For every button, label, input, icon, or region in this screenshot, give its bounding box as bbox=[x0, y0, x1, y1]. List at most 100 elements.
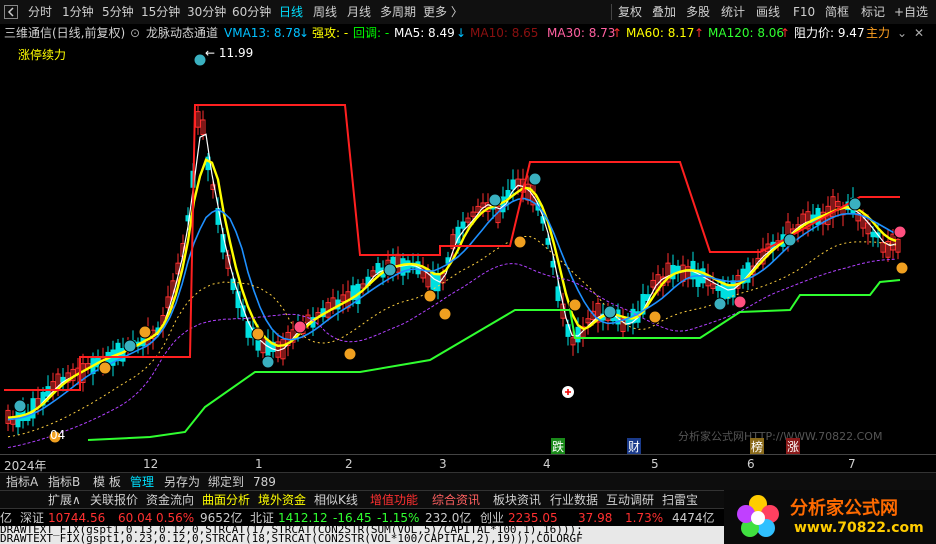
signal-marker bbox=[123, 339, 137, 353]
ma120-line bbox=[7, 258, 897, 449]
tab-save-as[interactable]: 另存为 bbox=[164, 473, 200, 491]
channel-name[interactable]: 龙脉动态通道 bbox=[146, 24, 218, 42]
tab-789[interactable]: 789 bbox=[253, 473, 276, 491]
multi-stock-button[interactable]: 多股 bbox=[686, 0, 710, 24]
cy-pct: 1.73% bbox=[625, 511, 664, 525]
tab-related-quotes[interactable]: 关联报价 bbox=[90, 491, 138, 509]
ma30-value: MA30: 8.73 bbox=[547, 26, 616, 40]
tab-interactive-research[interactable]: 互动调研 bbox=[606, 491, 654, 509]
period-multi[interactable]: 多周期 bbox=[380, 0, 416, 24]
high-price-value: 11.99 bbox=[218, 46, 254, 60]
x-axis: 2024年 12 1 2 3 4 5 6 7 bbox=[0, 454, 936, 473]
period-daily[interactable]: 日线 bbox=[279, 0, 303, 24]
period-monthly[interactable]: 月线 bbox=[347, 0, 371, 24]
tab-industry-data[interactable]: 行业数据 bbox=[550, 491, 598, 509]
period-5min[interactable]: 5分钟 bbox=[102, 0, 134, 24]
tab-value-added[interactable]: 增值功能 bbox=[370, 491, 418, 509]
f10-button[interactable]: F10 bbox=[793, 0, 815, 24]
ma60-value: MA60: 8.17 bbox=[626, 26, 695, 40]
close-icon[interactable]: ✕ bbox=[914, 24, 924, 42]
add-watchlist-button[interactable]: +自选 bbox=[894, 0, 928, 24]
signal-marker bbox=[343, 347, 357, 361]
tab-surface-analysis[interactable]: 曲面分析 bbox=[202, 491, 250, 509]
back-icon[interactable] bbox=[4, 5, 18, 19]
period-weekly[interactable]: 周线 bbox=[313, 0, 337, 24]
signal-marker bbox=[261, 355, 275, 369]
ma120-value: MA120: 8.06 bbox=[708, 26, 785, 40]
bz-label[interactable]: 北证 bbox=[250, 509, 274, 527]
signal-marker bbox=[423, 289, 437, 303]
stats-button[interactable]: 统计 bbox=[721, 0, 745, 24]
market-status-bar: 亿 深证 10744.56 60.04 0.56% 9652亿 北证 1412.… bbox=[0, 508, 724, 527]
simple-frame-button[interactable]: 简框 bbox=[825, 0, 849, 24]
signal-marker bbox=[251, 327, 265, 341]
x-tick-label: 12 bbox=[143, 457, 159, 471]
kline-chart[interactable]: 涨停续力 ← 11.99 04 分析家公式网HTTP://WWW.70822.C… bbox=[0, 42, 936, 455]
signal-marker bbox=[98, 361, 112, 375]
ma10-line bbox=[7, 158, 897, 419]
tab-similar-kline[interactable]: 相似K线 bbox=[314, 491, 358, 509]
cy-amount: 4474亿 bbox=[672, 511, 715, 525]
mark-button[interactable]: 标记 bbox=[861, 0, 885, 24]
fuquan-button[interactable]: 复权 bbox=[618, 0, 642, 24]
chevron-down-icon[interactable]: ⌄ bbox=[897, 24, 907, 42]
tab-bind-to[interactable]: 绑定到 bbox=[208, 473, 244, 491]
x-tick-label: 3 bbox=[439, 457, 447, 471]
event-zhang[interactable]: 涨 bbox=[786, 438, 801, 455]
draw-button[interactable]: 画线 bbox=[756, 0, 780, 24]
settings-icon[interactable]: ⊙ bbox=[130, 24, 140, 42]
signal-marker bbox=[383, 263, 397, 277]
tab-template[interactable]: 模 板 bbox=[93, 473, 121, 491]
period-fenshi[interactable]: 分时 bbox=[28, 0, 52, 24]
event-cai[interactable]: 财 bbox=[627, 438, 642, 455]
signal-marker bbox=[848, 197, 862, 211]
signal-marker bbox=[733, 295, 747, 309]
logo-url: www.70822.com bbox=[794, 520, 924, 536]
signal-marker bbox=[293, 320, 307, 334]
ma30-arrow: ↑ bbox=[612, 26, 623, 40]
tab-capital-flow[interactable]: 资金流向 bbox=[146, 491, 194, 509]
x-tick-label: 2 bbox=[345, 457, 353, 471]
cy-label[interactable]: 创业 bbox=[480, 509, 504, 527]
tab-sector-news[interactable]: 板块资讯 bbox=[493, 491, 541, 509]
tab-expand[interactable]: 扩展∧ bbox=[48, 491, 81, 509]
period-1min[interactable]: 1分钟 bbox=[62, 0, 94, 24]
event-bang[interactable]: 榜 bbox=[750, 438, 765, 455]
x-tick-label: 6 bbox=[747, 457, 755, 471]
strong-attack: 强攻: - bbox=[312, 26, 349, 40]
candle-body bbox=[870, 231, 876, 238]
sz-label[interactable]: 深证 bbox=[20, 509, 44, 527]
sz-value: 10744.56 bbox=[48, 511, 106, 525]
overlay-button[interactable]: 叠加 bbox=[652, 0, 676, 24]
cy-value: 2235.05 bbox=[508, 511, 558, 525]
indicator-tabs: 指标A 指标B 模 板 管理 另存为 绑定到 789 bbox=[0, 472, 936, 491]
candle-body bbox=[725, 283, 731, 299]
tab-indicator-b[interactable]: 指标B bbox=[48, 473, 80, 491]
status-prefix: 亿 bbox=[0, 511, 13, 525]
period-15min[interactable]: 15分钟 bbox=[141, 0, 180, 24]
signal-marker bbox=[783, 233, 797, 247]
sz-pct: 0.56% bbox=[156, 511, 195, 525]
period-30min[interactable]: 30分钟 bbox=[187, 0, 226, 24]
period-more[interactable]: 更多 〉 bbox=[423, 0, 463, 24]
period-60min[interactable]: 60分钟 bbox=[232, 0, 271, 24]
vma13-arrow: ↓ bbox=[299, 26, 310, 40]
bz-amount: 232.0亿 bbox=[425, 511, 472, 525]
low-price-label: 04 bbox=[50, 428, 66, 442]
logo-title: 分析家公式网 bbox=[790, 498, 898, 519]
code-line: DRAWTEXT_FIX(gspt1,0.23,0.12,0,STRCAT(18… bbox=[0, 532, 583, 544]
sz-change: 60.04 bbox=[118, 511, 153, 525]
event-die[interactable]: 跌 bbox=[551, 438, 566, 455]
tab-indicator-a[interactable]: 指标A bbox=[6, 473, 38, 491]
tab-news[interactable]: 综合资讯 bbox=[432, 491, 480, 509]
signal-marker bbox=[568, 298, 582, 312]
resistance-value: 阻力价: 9.47 bbox=[794, 26, 865, 40]
tab-mine-sweeper[interactable]: 扫雷宝 bbox=[662, 491, 698, 509]
signal-marker bbox=[13, 399, 27, 413]
bz-value: 1412.12 bbox=[278, 511, 328, 525]
tab-overseas-capital[interactable]: 境外资金 bbox=[258, 491, 306, 509]
function-tabs: 扩展∧ 关联报价 资金流向 曲面分析 境外资金 相似K线 增值功能 综合资讯 板… bbox=[0, 490, 724, 509]
x-tick-label: 7 bbox=[848, 457, 856, 471]
tab-manage[interactable]: 管理 bbox=[130, 473, 154, 491]
signal-marker bbox=[603, 305, 617, 319]
